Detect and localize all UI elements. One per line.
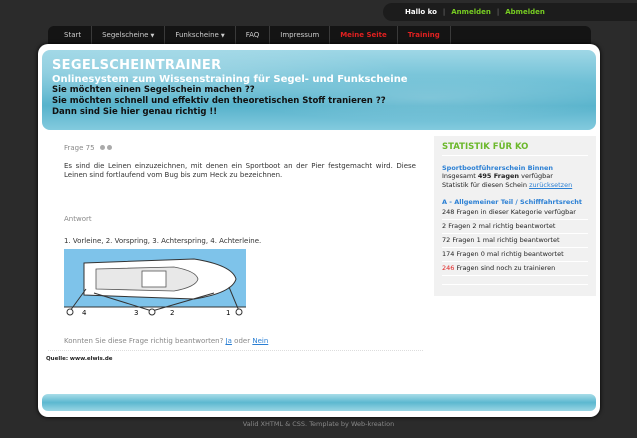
- answer-no-link[interactable]: Nein: [252, 337, 268, 345]
- user-bar: Hallo ko | Anmelden | Abmelden: [383, 3, 637, 21]
- line-label-3: 3: [134, 309, 138, 317]
- mooring-diagram: 4 3 2 1: [64, 249, 424, 325]
- divider: [48, 350, 423, 351]
- nav-segelscheine-label: Segelscheine: [102, 31, 149, 39]
- question-panel: Frage 75 Es sind die Leinen einzuzeichne…: [64, 144, 424, 345]
- boat-mooring-illustration: 4 3 2 1: [64, 249, 246, 323]
- total-questions: Insgesamt 495 Fragen verfügbar: [442, 172, 588, 181]
- banner-line-1: Sie möchten einen Segelschein machen ??: [52, 85, 255, 95]
- line-label-1: 1: [226, 309, 230, 317]
- caret-down-icon: ▼: [150, 33, 155, 39]
- difficulty-dots-icon: [99, 144, 114, 152]
- sidebar-divider: [442, 284, 588, 285]
- question-number: Frage 75: [64, 144, 95, 152]
- total-suffix: verfügbar: [521, 172, 553, 180]
- site-title: SEGELSCHEINTRAINER: [52, 58, 222, 73]
- banner-line-3: Dann sind Sie hier genau richtig !!: [52, 107, 218, 117]
- stat-available: 248 Fragen in dieser Kategorie verfügbar: [442, 206, 588, 220]
- remaining-text: Fragen sind noch zu trainieren: [456, 264, 556, 272]
- statistics-sidebar: STATISTIK FÜR KO Sportbootführerschein B…: [434, 136, 596, 296]
- statistics-heading: STATISTIK FÜR KO: [442, 142, 588, 156]
- nav-faq[interactable]: FAQ: [236, 26, 271, 44]
- login-link[interactable]: Anmelden: [451, 8, 491, 16]
- line-label-4: 4: [82, 309, 87, 317]
- feedback-question: Konnten Sie diese Frage richtig beantwor…: [64, 337, 224, 345]
- license-title: Sportbootführerschein Binnen: [442, 164, 554, 172]
- caret-down-icon: ▼: [220, 33, 225, 39]
- footer-banner: [42, 394, 596, 411]
- feedback-prompt: Konnten Sie diese Frage richtig beantwor…: [64, 337, 424, 345]
- question-text: Es sind die Leinen einzuzeichnen, mit de…: [64, 162, 416, 179]
- reset-statistics: Statistik für diesen Schein zurücksetzen: [442, 181, 588, 190]
- answer-text: 1. Vorleine, 2. Vorspring, 3. Achterspri…: [64, 237, 262, 245]
- header-banner: SEGELSCHEINTRAINER Onlinesystem zum Wiss…: [42, 50, 596, 130]
- stat-remaining: 246 Fragen sind noch zu trainieren: [442, 262, 588, 276]
- page-footer: Valid XHTML & CSS. Template by Web-kreat…: [242, 420, 395, 428]
- answer-label: Antwort: [64, 215, 92, 223]
- nav-impressum[interactable]: Impressum: [270, 26, 331, 44]
- source-credit: Quelle: www.elwis.de: [46, 356, 113, 362]
- nav-meine-seite[interactable]: Meine Seite: [330, 26, 398, 44]
- separator: |: [442, 8, 446, 16]
- logout-link[interactable]: Abmelden: [505, 8, 545, 16]
- total-prefix: Insgesamt: [442, 172, 476, 180]
- greeting: Hallo ko: [405, 8, 437, 16]
- line-label-2: 2: [170, 309, 174, 317]
- main-card: SEGELSCHEINTRAINER Onlinesystem zum Wiss…: [38, 44, 600, 417]
- site-subtitle: Onlinesystem zum Wissenstraining für Seg…: [52, 74, 408, 85]
- answer-yes-link[interactable]: Ja: [226, 337, 232, 345]
- feedback-or: oder: [234, 337, 251, 345]
- stat-never-correct: 174 Fragen 0 mal richtig beantwortet: [442, 248, 588, 262]
- separator: |: [496, 8, 500, 16]
- main-nav: Start Segelscheine ▼ Funkscheine ▼ FAQ Imp…: [48, 26, 591, 44]
- nav-funkscheine-label: Funkscheine: [175, 31, 219, 39]
- nav-funkscheine[interactable]: Funkscheine ▼: [165, 26, 236, 44]
- nav-segelscheine[interactable]: Segelscheine ▼: [92, 26, 166, 44]
- remaining-count: 246: [442, 264, 455, 272]
- nav-training[interactable]: Training: [398, 26, 451, 44]
- total-count: 495 Fragen: [477, 172, 520, 180]
- reset-link[interactable]: zurücksetzen: [529, 181, 572, 189]
- nav-start[interactable]: Start: [54, 26, 93, 44]
- reset-prefix: Statistik für diesen Schein: [442, 181, 527, 189]
- stat-once-correct: 72 Fragen 1 mal richtig beantwortet: [442, 234, 588, 248]
- stat-twice-correct: 2 Fragen 2 mal richtig beantwortet: [442, 220, 588, 234]
- banner-line-2: Sie möchten schnell und effektiv den the…: [52, 96, 386, 106]
- category-title: A - Allgemeiner Teil / Schifffahrtsrecht: [442, 198, 582, 206]
- question-header: Frage 75: [64, 144, 424, 152]
